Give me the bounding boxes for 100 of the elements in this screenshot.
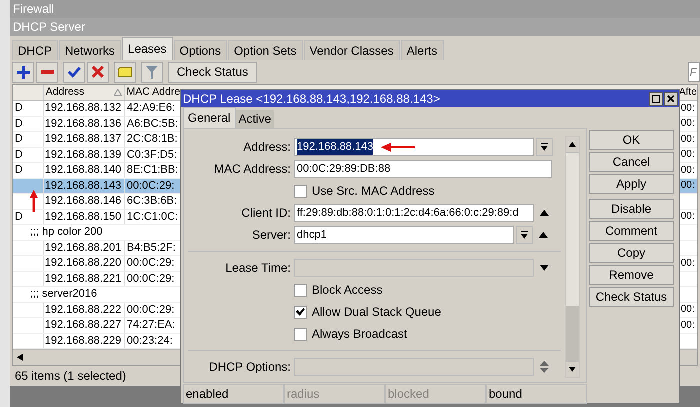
table-cell-text: 192.168.88.221 [45,272,122,286]
check-icon [68,66,80,78]
table-cell-text: 00:0C:29: [127,178,175,194]
add-button[interactable] [12,62,34,82]
checkbox[interactable] [294,184,307,198]
maximize-button[interactable] [649,92,663,106]
table-cell-text: 192.168.88.227 [45,318,122,333]
input-field[interactable]: ff:29:89:db:88:0:1:0:1:2c:d4:6a:66:0:c:29:89:d [294,204,534,222]
tab[interactable]: Options [174,40,228,60]
window-title: Firewall [13,1,54,18]
dialog-button[interactable]: OK [589,130,674,150]
dialog-button[interactable]: Cancel [589,152,674,172]
table-cell-text: D [15,101,23,116]
input-field[interactable]: dhcp1 [294,226,514,244]
table-cell-text: 8E:C1:BB: [127,163,178,178]
tab[interactable]: General [183,107,236,128]
filter-button[interactable] [141,62,163,82]
status-text: enabled [186,386,229,403]
table-cell-text: 192.168.88.220 [45,256,122,271]
dialog-button[interactable]: Copy [589,243,674,263]
tab[interactable]: DHCP [12,40,58,60]
table-cell-text: 00:23:24: [127,334,173,348]
tab[interactable]: Alerts [400,40,444,60]
up-arrow-icon[interactable] [540,210,549,216]
table-cell-text: D [15,210,23,224]
column-header[interactable]: Address [46,84,84,100]
dropdown-button[interactable] [516,226,533,244]
enable-button[interactable] [63,62,85,82]
checkbox-label: Use Src. MAC Address [312,183,435,200]
field-label: DHCP Options: [209,359,291,376]
comment-button[interactable] [114,62,136,82]
sort-icon [114,89,122,96]
tab[interactable]: Vendor Classes [304,40,400,60]
table-cell-text: C0:3F:D5: [127,148,178,162]
checkbox-label: Block Access [312,282,383,299]
table-cell-text: 00: [681,210,695,224]
tab[interactable]: Leases [122,37,173,60]
table-cell-text: 192.168.88.139 [45,148,122,162]
down-arrow-icon [569,367,576,372]
pointer-arrow-icon [30,190,38,212]
pointer-arrow-icon [381,142,416,152]
table-cell-text: 192.168.88.222 [45,302,122,318]
table-cell-text: 192.168.88.150 [45,210,122,224]
close-button[interactable] [664,92,678,106]
tab[interactable]: Active [236,110,274,128]
status-text: blocked [388,386,430,403]
table-cell-text: 42:A9:E6: [127,101,176,116]
left-arrow-icon [17,354,23,361]
table-cell-text: 192.168.88.136 [45,116,122,132]
table-cell-text: D [15,148,23,162]
column-header[interactable]: Afte [679,85,698,100]
placeholder-text: F [689,67,697,79]
field-label: Server: [252,227,291,244]
table-cell-text: 192.168.88.137 [45,132,122,147]
scrollbar[interactable] [565,136,580,378]
tab[interactable]: Networks [59,40,122,60]
field-label: Lease Time: [226,260,291,277]
table-cell-text: 00: [681,117,695,132]
up-arrow-icon[interactable] [539,232,548,238]
dialog-button[interactable]: Disable [589,199,674,219]
table-cell-text: 192.168.88.201 [45,240,122,256]
checkbox[interactable] [294,284,307,296]
checkbox[interactable] [294,306,307,318]
dialog-button[interactable]: Comment [589,221,674,241]
find-field[interactable]: F [688,62,700,82]
comment-text: ;;; server2016 [29,287,98,302]
input-field[interactable]: 00:0C:29:89:DB:88 [294,160,552,178]
tab[interactable]: Option Sets [228,40,303,60]
table-cell-text: 00: [681,164,695,178]
remove-button[interactable] [36,62,58,82]
checkbox[interactable] [294,328,307,340]
selected-text: 192.168.88.143 [297,139,374,155]
checkbox-label: Always Broadcast [312,326,408,343]
table-cell-text: 74:27:EA: [127,318,176,333]
table-cell-text: 192.168.88.140 [45,163,122,178]
scroll-thumb[interactable] [566,306,579,361]
dialog-button[interactable]: Remove [589,265,674,285]
column-header[interactable]: MAC Addre [126,84,180,100]
table-cell-text: 00: [681,303,695,318]
check-icon [296,308,305,316]
table-cell-text: 192.168.88.132 [45,101,122,116]
comment-text: ;;; hp color 200 [29,225,103,240]
check-status-button[interactable]: Check Status [168,62,258,82]
table-cell-text: 00: [681,179,695,194]
filter-icon [146,66,158,78]
table-cell-text: D [15,116,23,132]
dialog-title: DHCP Lease <192.168.88.143,192.168.88.143> [183,90,440,108]
disable-button[interactable] [87,62,109,82]
dropdown-button[interactable] [536,138,553,156]
input-field[interactable]: 192.168.88.143 [294,138,534,156]
field-label: MAC Address: [214,161,291,178]
note-icon [118,67,132,77]
table-cell-text: 6C:3B:6B: [127,194,178,209]
window-title: DHCP Server [13,19,86,36]
dropdown-icon [541,143,548,151]
dialog-button[interactable]: Check Status [589,287,674,307]
field-label: Client ID: [242,205,291,222]
plus-icon [16,66,30,78]
dialog-button[interactable]: Apply [589,174,674,194]
status-text: radius [287,386,320,403]
